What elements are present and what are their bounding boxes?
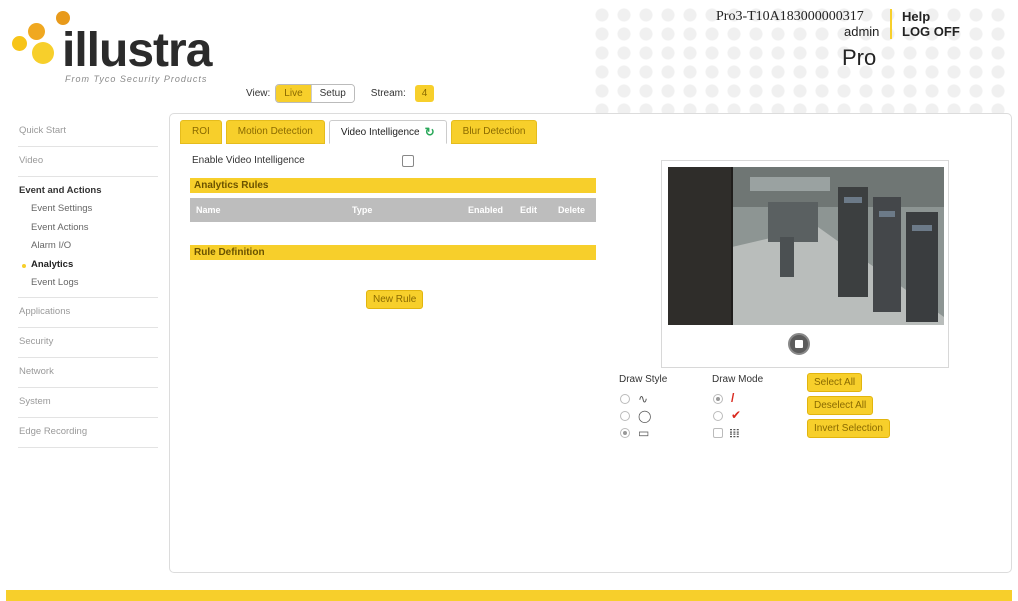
sidebar-item-applications[interactable]: Applications — [18, 298, 158, 328]
footer-bar — [6, 590, 1012, 601]
draw-style-ellipse-radio[interactable] — [620, 411, 630, 421]
page: illustra From Tyco Security Products Vie… — [6, 5, 1012, 601]
tab-video-intelligence-label: Video Intelligence — [340, 126, 420, 138]
sidebar-item-system[interactable]: System — [18, 388, 158, 418]
sidebar-subitem-event-logs[interactable]: Event Logs — [18, 274, 158, 293]
column-delete: Delete — [558, 205, 586, 215]
draw-mode-eraser-radio[interactable] — [713, 411, 723, 421]
sidebar: Quick Start Video Event and Actions Even… — [18, 117, 158, 448]
invert-selection-button[interactable]: Invert Selection — [807, 419, 890, 438]
rule-definition-header: Rule Definition — [190, 245, 596, 260]
draw-mode-label: Draw Mode — [712, 374, 764, 385]
username: admin — [844, 24, 880, 39]
video-preview[interactable] — [668, 167, 944, 325]
draw-mode-pencil-radio[interactable] — [713, 394, 723, 404]
select-all-button[interactable]: Select All — [807, 373, 863, 392]
grid-icon: 𝍖 — [729, 426, 740, 440]
tab-video-intelligence[interactable]: Video Intelligence ↻ — [328, 120, 447, 144]
deselect-all-button[interactable]: Deselect All — [807, 396, 874, 415]
tab-bar: ROI Motion Detection Video Intelligence … — [180, 120, 541, 144]
view-label: View: — [246, 87, 271, 99]
sidebar-item-event-and-actions[interactable]: Event and Actions — [18, 177, 158, 200]
stream-label: Stream: — [370, 87, 406, 99]
column-enabled: Enabled — [468, 205, 504, 215]
logoff-link[interactable]: LOG OFF — [902, 24, 960, 39]
new-rule-button[interactable]: New Rule — [366, 290, 424, 309]
enable-video-intelligence-checkbox[interactable] — [402, 155, 414, 167]
view-live-button[interactable]: Live — [276, 84, 311, 102]
draw-style-rectangle-radio[interactable] — [620, 428, 630, 438]
draw-mode-grid-checkbox[interactable] — [713, 428, 723, 438]
rectangle-icon: ▭ — [638, 426, 650, 440]
logo-wordmark: illustra — [62, 24, 212, 77]
logo-dot-icon — [12, 36, 27, 51]
logo-dot-icon — [28, 23, 45, 40]
product-name: Pro — [842, 45, 877, 70]
sidebar-item-edge-recording[interactable]: Edge Recording — [18, 418, 158, 448]
stream-selector[interactable]: 4 — [414, 84, 435, 102]
stop-video-button[interactable] — [788, 333, 810, 355]
view-setup-button[interactable]: Setup — [310, 84, 354, 102]
logo-dot-icon — [56, 11, 70, 25]
sidebar-item-quick-start[interactable]: Quick Start — [18, 117, 158, 147]
sidebar-subitem-event-settings[interactable]: Event Settings — [18, 200, 158, 219]
sidebar-subitem-alarm-io[interactable]: Alarm I/O — [18, 237, 158, 256]
sidebar-item-network[interactable]: Network — [18, 358, 158, 388]
sidebar-subitem-analytics[interactable]: Analytics — [18, 256, 158, 275]
refresh-icon[interactable]: ↻ — [425, 125, 435, 139]
device-id: Pro3-T10A183000000317 — [716, 9, 864, 24]
tab-blur-detection[interactable]: Blur Detection — [450, 120, 538, 144]
sidebar-group-events: Event and Actions Event Settings Event A… — [18, 177, 158, 298]
freehand-icon: ∿ — [638, 392, 649, 406]
pencil-icon: / — [731, 391, 735, 405]
ellipse-icon: ◯ — [638, 409, 652, 423]
draw-style-freehand-radio[interactable] — [620, 394, 630, 404]
view-controls: View: Live Setup Stream: 4 — [246, 81, 435, 105]
sidebar-item-video[interactable]: Video — [18, 147, 158, 177]
logo-tagline: From Tyco Security Products — [65, 74, 208, 84]
column-name: Name — [196, 205, 221, 215]
sidebar-item-security[interactable]: Security — [18, 328, 158, 358]
column-type: Type — [352, 205, 373, 215]
sidebar-subitem-event-actions[interactable]: Event Actions — [18, 219, 158, 238]
video-preview-box — [661, 160, 949, 368]
header: illustra From Tyco Security Products Vie… — [6, 5, 1012, 113]
help-link[interactable]: Help — [902, 9, 930, 24]
illustra-logo: illustra From Tyco Security Products — [10, 11, 230, 91]
logo-dot-icon — [32, 42, 54, 64]
column-edit: Edit — [520, 205, 537, 215]
draw-style-label: Draw Style — [619, 374, 668, 385]
video-frame-image — [668, 167, 944, 325]
rules-table-header: Name Type Enabled Edit Delete — [190, 198, 596, 222]
enable-video-intelligence-label: Enable Video Intelligence — [192, 155, 305, 166]
view-toggle: Live Setup — [275, 83, 355, 103]
eraser-icon: ✔ — [731, 408, 742, 422]
header-divider — [890, 9, 892, 39]
tab-motion-detection[interactable]: Motion Detection — [225, 120, 325, 144]
main-panel: ROI Motion Detection Video Intelligence … — [169, 113, 1012, 573]
analytics-rules-header: Analytics Rules — [190, 178, 596, 193]
tab-roi[interactable]: ROI — [180, 120, 222, 144]
